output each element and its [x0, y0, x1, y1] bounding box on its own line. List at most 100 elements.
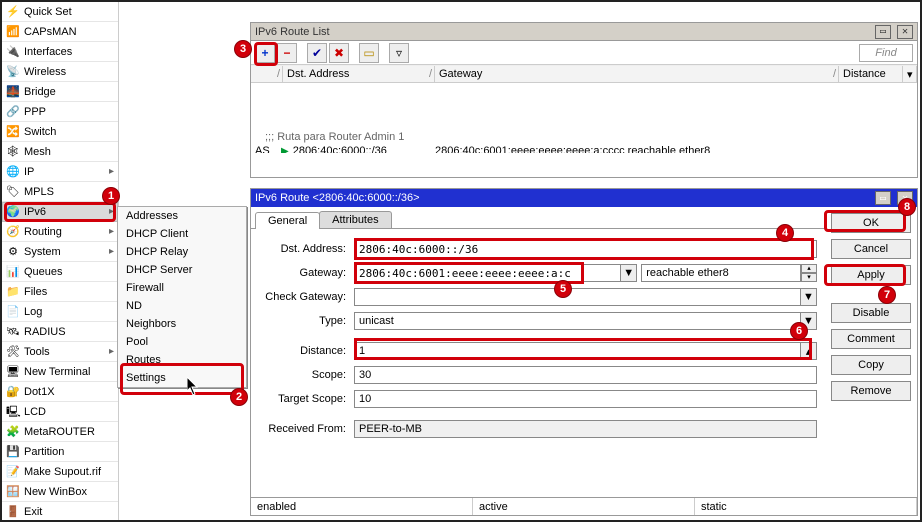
copy-button[interactable]: Copy [831, 355, 911, 375]
sidebar-item-log[interactable]: 📄Log [2, 302, 118, 322]
gateway-input[interactable]: 2806:40c:6001:eeee:eeee:eeee:a:c [354, 264, 621, 282]
comment-button[interactable]: Comment [831, 329, 911, 349]
lcd-icon: 🖳 [6, 402, 20, 422]
sidebar-item-switch[interactable]: 🔀Switch [2, 122, 118, 142]
add-button[interactable]: + [255, 43, 275, 63]
gateway-dropdown-icon[interactable]: ▼ [621, 264, 637, 282]
apply-button[interactable]: Apply [831, 265, 911, 285]
type-input[interactable]: unicast [354, 312, 801, 330]
ok-button[interactable]: OK [831, 213, 911, 233]
column-menu-icon[interactable]: ▾ [903, 66, 917, 82]
cancel-button[interactable]: Cancel [831, 239, 911, 259]
sidebar-item-files[interactable]: 📁Files [2, 282, 118, 302]
label-scope: Scope: [259, 369, 354, 381]
submenu-item-pool[interactable]: Pool [118, 333, 246, 351]
column-gw[interactable]: Gateway [435, 66, 839, 82]
filter-button[interactable]: ▿ [389, 43, 409, 63]
grid-body[interactable]: ;;; Ruta para Router Admin 1 AS ▶2806:40… [251, 83, 917, 153]
sidebar-item-capsman[interactable]: 📶CAPsMAN [2, 22, 118, 42]
status-static: static [695, 498, 917, 515]
ipv6-icon: 🌍 [6, 202, 20, 222]
sidebar-item-ip[interactable]: 🌐IP▸ [2, 162, 118, 182]
enable-button[interactable]: ✔ [307, 43, 327, 63]
dot1x-icon: 🔐 [6, 382, 20, 402]
grid-header: Dst. Address Gateway Distance ▾ [251, 65, 917, 83]
target-scope-input[interactable]: 10 [354, 390, 817, 408]
sidebar-item-exit[interactable]: 🚪Exit [2, 502, 118, 522]
sidebar-item-mpls[interactable]: 🏷MPLS▸ [2, 182, 118, 202]
winbox-icon: 🪟 [6, 482, 20, 502]
sidebar-item-dot1x[interactable]: 🔐Dot1X [2, 382, 118, 402]
sidebar-item-queues[interactable]: 📊Queues [2, 262, 118, 282]
label-target-scope: Target Scope: [259, 393, 354, 405]
scope-input[interactable]: 30 [354, 366, 817, 384]
column-dst[interactable]: Dst. Address [283, 66, 435, 82]
gateway-spinner[interactable]: ▴▾ [801, 264, 817, 282]
distance-up-icon[interactable]: ▴ [801, 342, 817, 360]
caret-icon: ▸ [104, 162, 114, 182]
sidebar-item-radius[interactable]: 🛰RADIUS [2, 322, 118, 342]
submenu-item-nd[interactable]: ND [118, 297, 246, 315]
callout-2: 2 [230, 388, 248, 406]
sidebar-item-make-supout[interactable]: 📝Make Supout.rif [2, 462, 118, 482]
window-title-bar[interactable]: IPv6 Route <2806:40c:6000::/36> ▭ ✕ [251, 189, 917, 207]
check-gateway-dropdown-icon[interactable]: ▼ [801, 288, 817, 306]
window-close-icon[interactable]: ✕ [897, 25, 913, 39]
sidebar-item-mesh[interactable]: 🕸Mesh [2, 142, 118, 162]
exit-icon: 🚪 [6, 502, 20, 522]
ipv6-route-list-window: IPv6 Route List ▭ ✕ + − ✔ ✖ ▭ ▿ Find Dst… [250, 22, 918, 178]
sidebar-item-ppp[interactable]: 🔗PPP [2, 102, 118, 122]
disable-button[interactable]: Disable [831, 303, 911, 323]
remove-button[interactable]: Remove [831, 381, 911, 401]
submenu-item-dhcp-client[interactable]: DHCP Client [118, 225, 246, 243]
distance-input[interactable]: 1 [354, 342, 801, 360]
disable-button[interactable]: ✖ [329, 43, 349, 63]
ppp-icon: 🔗 [6, 102, 20, 122]
column-flags[interactable] [251, 66, 283, 82]
sidebar-item-partition[interactable]: 💾Partition [2, 442, 118, 462]
route-active-icon: ▶ [281, 146, 289, 153]
capsman-icon: 📶 [6, 22, 20, 42]
sidebar-item-quick-set[interactable]: ⚡Quick Set [2, 2, 118, 22]
tab-attributes[interactable]: Attributes [319, 211, 391, 228]
check-gateway-input[interactable] [354, 288, 801, 306]
terminal-icon: 🖥 [6, 362, 20, 382]
sidebar-item-lcd[interactable]: 🖳LCD [2, 402, 118, 422]
tab-general[interactable]: General [255, 212, 320, 229]
column-dist[interactable]: Distance [839, 66, 903, 82]
sidebar-item-interfaces[interactable]: 🔌Interfaces [2, 42, 118, 62]
submenu-item-dhcp-server[interactable]: DHCP Server [118, 261, 246, 279]
table-row[interactable]: AS ▶2806:40c:6000::/36 2806:40c:6001:eee… [251, 143, 917, 153]
bridge-icon: 🌉 [6, 82, 20, 102]
status-active: active [473, 498, 695, 515]
sidebar-item-routing[interactable]: 🧭Routing▸ [2, 222, 118, 242]
quick-set-icon: ⚡ [6, 2, 20, 22]
window-title-bar[interactable]: IPv6 Route List ▭ ✕ [251, 23, 917, 41]
window-minimize-icon[interactable]: ▭ [875, 25, 891, 39]
sidebar-item-metarouter[interactable]: 🧩MetaROUTER [2, 422, 118, 442]
submenu-item-firewall[interactable]: Firewall [118, 279, 246, 297]
sidebar-item-system[interactable]: ⚙System▸ [2, 242, 118, 262]
find-input[interactable]: Find [859, 44, 913, 62]
submenu-item-routes[interactable]: Routes [118, 351, 246, 369]
sidebar-item-bridge[interactable]: 🌉Bridge [2, 82, 118, 102]
caret-icon: ▸ [104, 242, 114, 262]
dst-address-input[interactable]: 2806:40c:6000::/36 [354, 240, 817, 258]
window-title: IPv6 Route List [255, 26, 330, 38]
submenu-item-settings[interactable]: Settings [118, 369, 246, 387]
submenu-item-dhcp-relay[interactable]: DHCP Relay [118, 243, 246, 261]
remove-button[interactable]: − [277, 43, 297, 63]
sidebar-item-new-winbox[interactable]: 🪟New WinBox [2, 482, 118, 502]
wireless-icon: 📡 [6, 62, 20, 82]
mpls-icon: 🏷 [6, 182, 20, 202]
routing-icon: 🧭 [6, 222, 20, 242]
sidebar-item-new-terminal[interactable]: 🖥New Terminal [2, 362, 118, 382]
sidebar-item-ipv6[interactable]: 🌍IPv6▸ [2, 202, 118, 222]
sidebar-item-tools[interactable]: 🛠Tools▸ [2, 342, 118, 362]
submenu-item-neighbors[interactable]: Neighbors [118, 315, 246, 333]
submenu-item-addresses[interactable]: Addresses [118, 207, 246, 225]
comment-button[interactable]: ▭ [359, 43, 379, 63]
window-minimize-icon[interactable]: ▭ [875, 191, 891, 205]
toolbar: + − ✔ ✖ ▭ ▿ Find [251, 41, 917, 65]
sidebar-item-wireless[interactable]: 📡Wireless [2, 62, 118, 82]
